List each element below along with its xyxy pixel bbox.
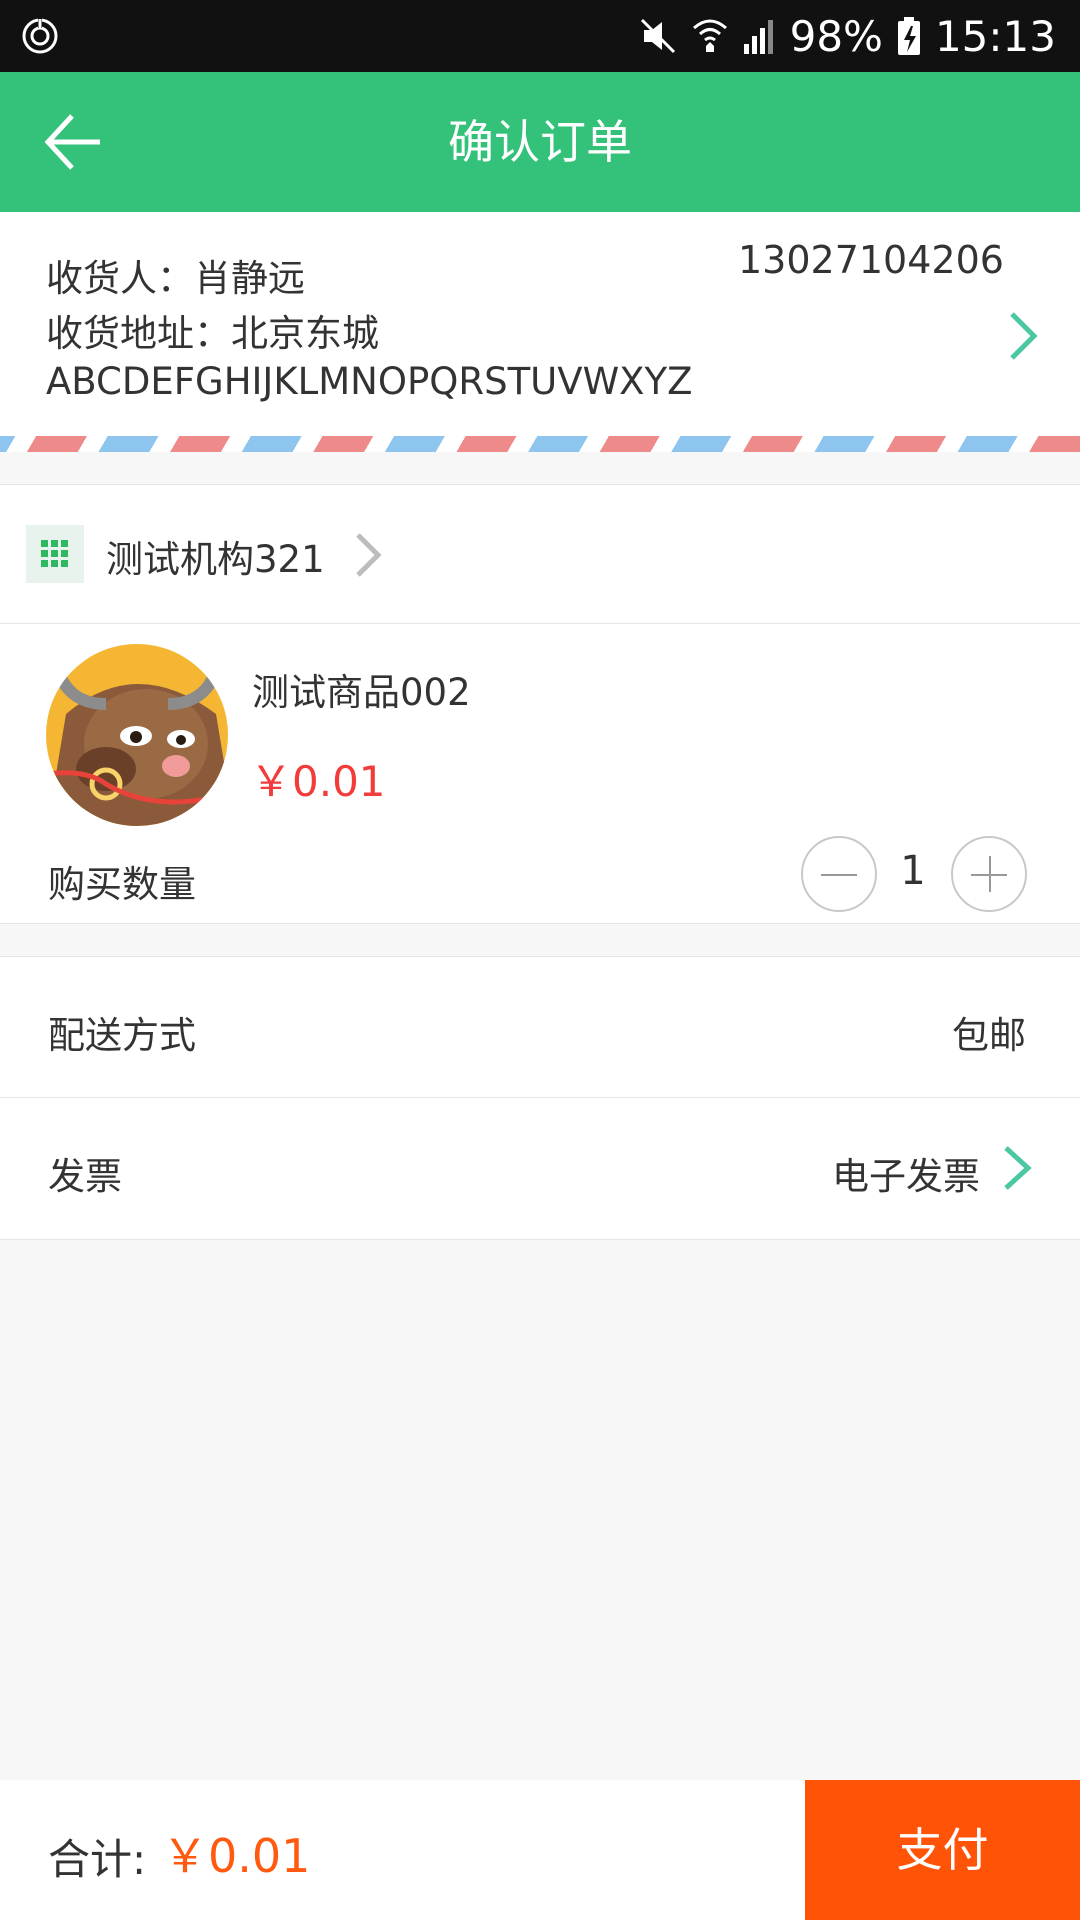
quantity-decrease-button[interactable] xyxy=(801,836,877,912)
chevron-right-icon xyxy=(1004,1146,1032,1190)
page-title: 确认订单 xyxy=(448,115,632,169)
total-amount: ￥0.01 xyxy=(162,1829,311,1883)
quantity-value: 1 xyxy=(900,848,926,894)
delivery-value: 包邮 xyxy=(952,1014,1026,1057)
checkout-bar: 合计: ￥0.01 支付 xyxy=(0,1780,1080,1920)
delivery-label: 配送方式 xyxy=(48,1014,196,1057)
shop-grid-icon xyxy=(26,525,84,583)
pay-button[interactable]: 支付 xyxy=(805,1780,1080,1920)
invoice-label: 发票 xyxy=(48,1155,122,1198)
quantity-label: 购买数量 xyxy=(48,863,196,906)
signal-icon xyxy=(743,20,773,54)
delivery-method-row: 配送方式 包邮 xyxy=(0,956,1080,1098)
chevron-right-icon xyxy=(1010,312,1038,360)
battery-charging-icon xyxy=(897,17,920,55)
receiver-address: 收货地址：北京东城 ABCDEFGHIJKLMNOPQRSTUVWXYZ xyxy=(46,310,766,406)
product-thumbnail[interactable] xyxy=(46,644,228,826)
clock: 15:13 xyxy=(934,11,1056,61)
receiver-name: 收货人：肖静远 xyxy=(46,257,305,300)
invoice-value: 电子发票 xyxy=(832,1155,980,1198)
app-bar: 确认订单 xyxy=(0,72,1080,212)
product-item: 测试商品002 ￥0.01 购买数量 1 xyxy=(0,624,1080,924)
alarm-icon xyxy=(22,18,58,54)
status-bar: 98% 15:13 xyxy=(0,0,1080,72)
shop-row[interactable]: 测试机构321 xyxy=(0,484,1080,624)
quantity-increase-button[interactable] xyxy=(951,836,1027,912)
receiver-phone: 13027104206 xyxy=(738,238,1004,282)
product-name: 测试商品002 xyxy=(252,671,471,714)
address-line-2: ABCDEFGHIJKLMNOPQRSTUVWXYZ xyxy=(46,360,693,403)
product-price: ￥0.01 xyxy=(250,757,386,806)
address-line-1: 收货地址：北京东城 xyxy=(46,312,379,355)
invoice-row[interactable]: 发票 电子发票 xyxy=(0,1098,1080,1240)
mute-icon xyxy=(640,18,675,54)
total-label: 合计: xyxy=(48,1835,147,1884)
airmail-stripe-divider xyxy=(0,436,1080,452)
shop-name: 测试机构321 xyxy=(106,538,325,581)
battery-percent: 98% xyxy=(789,11,883,61)
wifi-icon xyxy=(692,19,727,52)
shipping-address-card[interactable]: 收货人：肖静远 13027104206 收货地址：北京东城 ABCDEFGHIJ… xyxy=(0,212,1080,436)
chevron-right-icon xyxy=(356,533,382,577)
